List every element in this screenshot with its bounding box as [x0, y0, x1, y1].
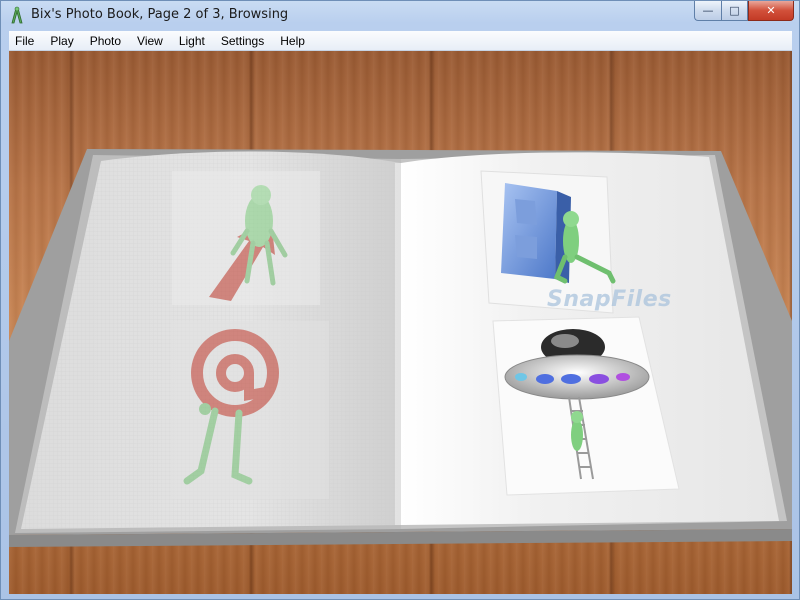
photo-green-figure-on-red-arrow[interactable] [172, 171, 320, 305]
minimize-button[interactable]: — [694, 1, 721, 21]
book-viewport[interactable]: SnapFiles [9, 51, 792, 594]
menu-file[interactable]: File [9, 31, 42, 51]
photo-green-figure-holding-at-sign[interactable] [171, 321, 329, 499]
menu-play[interactable]: Play [42, 31, 81, 51]
maximize-button[interactable]: □ [721, 1, 748, 21]
close-button[interactable]: ✕ [748, 1, 794, 21]
menu-view[interactable]: View [129, 31, 171, 51]
window-controls: — □ ✕ [694, 1, 794, 21]
menu-settings[interactable]: Settings [213, 31, 272, 51]
title-bar[interactable]: Bix's Photo Book, Page 2 of 3, Browsing … [1, 1, 799, 31]
menu-help[interactable]: Help [272, 31, 313, 51]
snapfiles-watermark: SnapFiles [547, 287, 672, 312]
book-scene [9, 149, 792, 547]
menu-light[interactable]: Light [171, 31, 213, 51]
app-window: Bix's Photo Book, Page 2 of 3, Browsing … [0, 0, 800, 600]
menu-bar: File Play Photo View Light Settings Help [9, 31, 792, 51]
app-icon [11, 6, 23, 24]
menu-photo[interactable]: Photo [82, 31, 129, 51]
window-title: Bix's Photo Book, Page 2 of 3, Browsing [31, 7, 289, 22]
